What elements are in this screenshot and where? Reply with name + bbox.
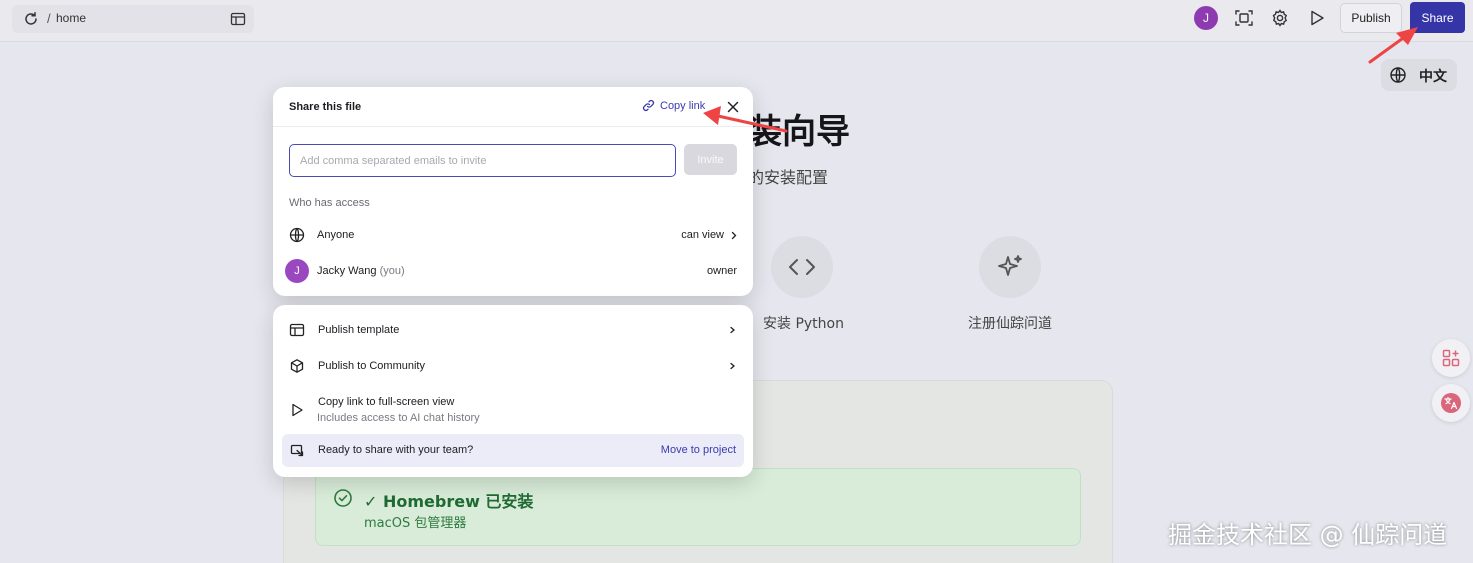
- copy-fullscreen-link-item[interactable]: Copy link to full-screen view Includes a…: [273, 393, 753, 429]
- breadcrumb-path[interactable]: home: [56, 11, 86, 25]
- share-with-team-label: Ready to share with your team?: [318, 444, 474, 456]
- chevron-right-icon: [731, 231, 737, 239]
- publish-template-item[interactable]: Publish template: [273, 313, 753, 349]
- homebrew-status-title: ✓ Homebrew 已安装: [364, 492, 534, 511]
- move-to-project-link[interactable]: Move to project: [661, 444, 736, 456]
- copy-link-label: Copy link: [660, 99, 706, 112]
- translate-icon: [1441, 393, 1461, 413]
- publish-community-item[interactable]: Publish to Community: [273, 349, 753, 385]
- copy-fullscreen-link-label: Copy link to full-screen view: [318, 396, 455, 408]
- move-to-project-icon: [290, 444, 304, 457]
- share-dialog-header: Share this file Copy link: [273, 87, 753, 127]
- page-subtitle: 的安装配置: [748, 168, 829, 187]
- avatar: J: [285, 259, 309, 283]
- translate-float-button[interactable]: [1432, 384, 1470, 422]
- publish-button[interactable]: Publish: [1340, 3, 1402, 33]
- access-role-label: can view: [681, 229, 724, 241]
- user-avatar[interactable]: J: [1194, 6, 1218, 30]
- step-register-circle: [979, 236, 1041, 298]
- reload-icon[interactable]: [22, 10, 40, 28]
- layout-icon: [289, 323, 305, 337]
- chevron-right-icon: [730, 326, 736, 334]
- homebrew-status: ✓ Homebrew 已安装 macOS 包管理器: [315, 468, 1081, 546]
- globe-icon: [1390, 67, 1406, 83]
- play-icon[interactable]: [1307, 8, 1327, 28]
- page-title: 装向导: [748, 112, 850, 152]
- share-with-team-banner: Ready to share with your team? Move to p…: [282, 434, 744, 467]
- access-name-owner: Jacky Wang (you): [317, 265, 405, 277]
- publish-template-label: Publish template: [318, 324, 400, 336]
- language-label: 中文: [1419, 68, 1447, 84]
- screenshot-icon[interactable]: [1234, 8, 1254, 28]
- who-has-access-label: Who has access: [289, 197, 370, 209]
- breadcrumb: / home: [12, 5, 254, 33]
- link-icon: [642, 99, 655, 112]
- publish-menu: Publish template Publish to Community Co…: [273, 305, 753, 477]
- step-label-register: 注册仙踪问道: [968, 316, 1052, 332]
- copy-fullscreen-link-sublabel: Includes access to AI chat history: [317, 412, 480, 424]
- copy-link-button[interactable]: Copy link: [642, 99, 705, 112]
- invite-email-input[interactable]: [289, 144, 676, 177]
- globe-icon: [289, 227, 305, 243]
- sparkle-icon: [998, 255, 1022, 276]
- step-python-circle: [771, 236, 833, 298]
- watermark: 掘金技术社区 @ 仙踪问道: [1168, 521, 1448, 549]
- panel-toggle-icon[interactable]: [230, 11, 246, 27]
- homebrew-status-subtitle: macOS 包管理器: [364, 516, 467, 531]
- chevron-right-icon: [730, 362, 736, 370]
- owner-role-label: owner: [707, 265, 737, 277]
- share-button[interactable]: Share: [1410, 2, 1465, 33]
- share-dialog: Share this file Copy link Invite Who has…: [273, 87, 753, 296]
- apps-icon: [1442, 349, 1460, 367]
- access-name-anyone: Anyone: [317, 229, 355, 241]
- top-bar: / home J Publish Share: [0, 0, 1473, 42]
- access-row-owner: J Jacky Wang (you) owner: [273, 254, 753, 288]
- box-icon: [290, 359, 304, 373]
- invite-button[interactable]: Invite: [684, 144, 737, 175]
- gear-icon[interactable]: [1270, 8, 1290, 28]
- check-circle-icon: [334, 489, 352, 507]
- close-icon[interactable]: [725, 99, 741, 115]
- language-toggle-button[interactable]: 中文: [1381, 59, 1457, 91]
- play-icon: [292, 403, 303, 417]
- step-label-python: 安装 Python: [763, 316, 844, 332]
- apps-float-button[interactable]: [1432, 339, 1470, 377]
- access-row-anyone[interactable]: Anyone can view: [273, 218, 753, 252]
- code-icon: [789, 259, 815, 275]
- you-suffix: (you): [379, 265, 405, 277]
- breadcrumb-separator: /: [47, 11, 51, 26]
- publish-community-label: Publish to Community: [318, 360, 425, 372]
- access-role-dropdown[interactable]: can view: [681, 229, 737, 241]
- share-dialog-title: Share this file: [289, 101, 362, 113]
